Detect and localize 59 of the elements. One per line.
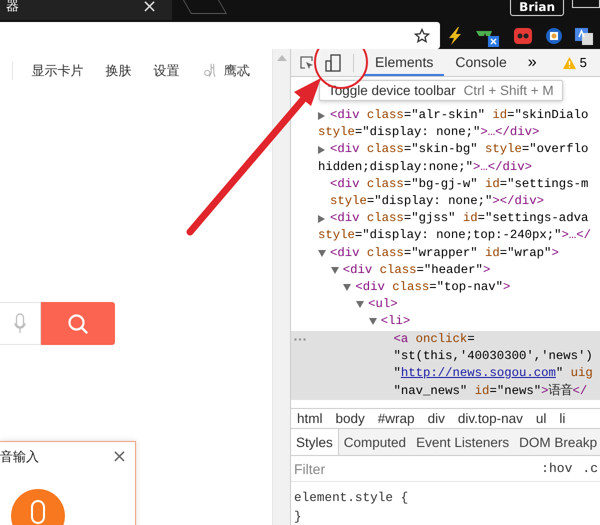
breadcrumb[interactable]: li (559, 411, 566, 426)
styles-tab[interactable]: Computed (338, 429, 412, 455)
dom-node[interactable]: <ul> (356, 296, 398, 314)
styles-tab[interactable]: DOM Breakp (514, 429, 600, 455)
breadcrumb[interactable]: body (336, 411, 365, 426)
style-rule-text: } (294, 508, 303, 525)
dom-node[interactable]: <li> (368, 313, 410, 331)
dom-row[interactable]: <ul> (291, 296, 600, 314)
expand-arrow-icon[interactable] (356, 301, 364, 308)
popup-title: 音输入 (0, 449, 39, 466)
dom-row[interactable]: <li> (291, 313, 600, 331)
dom-row[interactable]: <a onclick= "st(this,'40030300','news') "http://news.sogou.com" uig "nav_news" id="news">语音</ (291, 330, 600, 400)
expand-arrow-icon[interactable] (330, 266, 339, 274)
breadcrumb[interactable]: div.top-nav (458, 411, 523, 426)
minimize-button[interactable] (572, 0, 600, 8)
warning-count[interactable]: 5 (580, 55, 587, 70)
dom-row[interactable]: <div class="top-nav"> (291, 279, 600, 296)
style-rule-text: element.style { (294, 489, 410, 507)
dom-row[interactable]: <div class="wrapper" id="wrap"> (291, 244, 600, 262)
dom-node[interactable]: <div class="header"> (330, 262, 490, 280)
search-icon (67, 312, 89, 334)
devtools-tab[interactable]: Elements (364, 49, 444, 76)
dom-row[interactable]: <div class="header"> (291, 262, 600, 280)
bookmark-star-icon[interactable] (414, 28, 430, 44)
nav-link[interactable]: 设置 (154, 62, 180, 80)
inspect-icon[interactable] (299, 54, 315, 70)
nav-link[interactable]: 换肤 (106, 62, 132, 80)
collapse-arrow-icon[interactable] (318, 112, 325, 120)
breadcrumb[interactable]: #wrap (378, 411, 415, 426)
dom-node[interactable]: <div class="top-nav"> (343, 279, 510, 296)
close-button[interactable]: × (112, 449, 127, 465)
search-button[interactable] (41, 302, 115, 345)
expand-arrow-icon[interactable] (318, 250, 326, 257)
styles-tab[interactable]: Styles (291, 429, 339, 455)
translate-icon[interactable] (574, 26, 594, 46)
scrollbar[interactable] (272, 49, 290, 525)
filter-toggle[interactable]: .c (582, 461, 598, 476)
device-toolbar-icon[interactable] (325, 54, 341, 72)
dom-node[interactable]: <a onclick= "st(this,'40030300','news') "http://news.sogou.com" uig "nav_news" id="news">语音</ (382, 330, 593, 400)
collapse-arrow-icon[interactable] (318, 215, 325, 224)
breadcrumb[interactable]: html (297, 411, 323, 426)
more-tabs-button[interactable]: » (528, 54, 537, 72)
nav-link[interactable]: 显示卡片 (32, 62, 84, 80)
expand-arrow-icon[interactable] (343, 284, 352, 292)
shortcut-text: Ctrl + Shift + M (464, 83, 554, 98)
breadcrumb[interactable]: ul (536, 411, 546, 426)
extension-icon[interactable] (544, 26, 563, 44)
tab-close-button[interactable]: × (142, 0, 158, 14)
profile-button[interactable]: Brian (510, 0, 564, 16)
new-tab-button[interactable] (183, 0, 228, 14)
filter-toggle[interactable]: :hov (541, 461, 572, 476)
collapse-arrow-icon[interactable] (318, 146, 325, 154)
microphone-icon[interactable] (11, 489, 65, 525)
breadcrumb[interactable]: div (428, 411, 445, 426)
expand-arrow-icon[interactable] (368, 318, 377, 326)
dom-node[interactable]: <div class="wrapper" id="wrap"> (318, 244, 559, 262)
styles-tab[interactable]: Event Listeners (411, 429, 514, 455)
devtools-tab[interactable]: Console (444, 49, 518, 76)
nav-link[interactable]: 鹰忒 (224, 62, 250, 80)
